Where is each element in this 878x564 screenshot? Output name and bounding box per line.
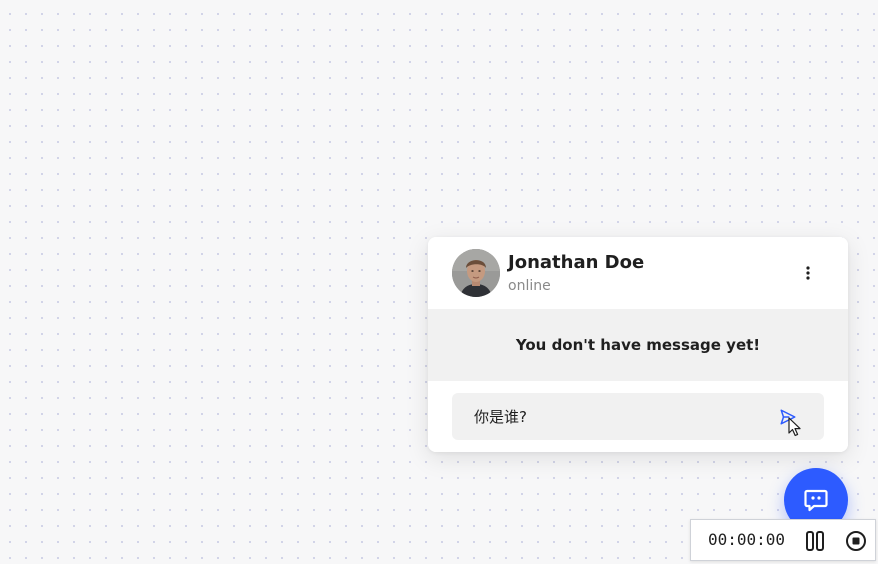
recording-timer: 00:00:00 bbox=[708, 530, 786, 549]
send-button[interactable] bbox=[776, 405, 800, 429]
stop-icon bbox=[846, 531, 866, 551]
pause-icon bbox=[806, 531, 824, 551]
chat-widget: Jonathan Doe online You don't have messa… bbox=[428, 237, 848, 452]
chat-messages-area: You don't have message yet! bbox=[428, 309, 848, 381]
empty-state-text: You don't have message yet! bbox=[515, 336, 761, 354]
message-input[interactable] bbox=[452, 393, 824, 440]
more-vertical-icon bbox=[806, 266, 810, 280]
chat-header: Jonathan Doe online bbox=[428, 237, 848, 309]
contact-name: Jonathan Doe bbox=[508, 252, 645, 273]
send-icon bbox=[780, 409, 796, 425]
chat-footer bbox=[428, 381, 848, 452]
more-options-button[interactable] bbox=[800, 263, 816, 283]
pause-button[interactable] bbox=[803, 529, 827, 553]
chat-bubble-icon bbox=[804, 489, 828, 512]
avatar bbox=[452, 249, 500, 297]
screen-recorder-bar: 00:00:00 bbox=[690, 519, 876, 561]
contact-status: online bbox=[508, 278, 551, 294]
stop-button[interactable] bbox=[844, 529, 868, 553]
